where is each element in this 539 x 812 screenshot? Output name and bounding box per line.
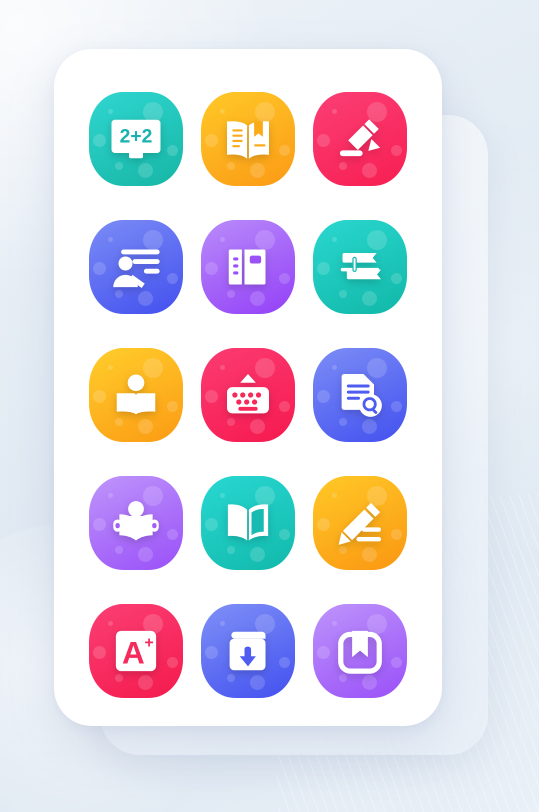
icon-tile-blackboard-math[interactable]: 2+2: [89, 92, 183, 186]
decorative-bubble: [93, 646, 106, 659]
grade-a-plus-icon: A +: [108, 623, 164, 679]
decorative-bubble: [93, 518, 106, 531]
decorative-bubble: [205, 646, 218, 659]
icon-tile-surface[interactable]: [201, 476, 295, 570]
decorative-bubble: [279, 273, 290, 284]
open-book-icon: [220, 495, 276, 551]
icon-set-card: 2+2 A +: [54, 49, 442, 726]
notebook-icon: [220, 239, 276, 295]
icon-tile-surface[interactable]: [313, 476, 407, 570]
decorative-bubble: [279, 145, 290, 156]
open-book-bookmark-icon: [220, 111, 276, 167]
teacher-icon: [108, 239, 164, 295]
document-search-icon: [332, 367, 388, 423]
decorative-bubble: [317, 518, 330, 531]
decorative-bubble: [279, 401, 290, 412]
decorative-bubble: [167, 273, 178, 284]
decorative-bubble: [391, 529, 402, 540]
student-reading-icon: [108, 495, 164, 551]
icon-tile-book-download[interactable]: [201, 604, 295, 698]
blackboard-icon: 2+2: [108, 111, 164, 167]
decorative-bubble: [317, 262, 330, 275]
decorative-bubble: [167, 145, 178, 156]
book-download-icon: [220, 623, 276, 679]
icon-grid: 2+2 A +: [54, 92, 442, 698]
icon-tile-surface[interactable]: [89, 348, 183, 442]
decorative-bubble: [317, 134, 330, 147]
icon-tile-reader-person[interactable]: [89, 348, 183, 442]
decorative-bubble: [317, 646, 330, 659]
reader-icon: [108, 367, 164, 423]
pencil-icon: [332, 495, 388, 551]
decorative-bubble: [391, 401, 402, 412]
svg-text:2+2: 2+2: [120, 127, 153, 148]
icon-tile-surface[interactable]: [89, 220, 183, 314]
svg-text:A: A: [122, 634, 145, 670]
keyboard-icon: [220, 367, 276, 423]
decorative-bubble: [391, 657, 402, 668]
decorative-bubble: [205, 134, 218, 147]
icon-tile-stacked-books[interactable]: [313, 220, 407, 314]
decorative-bubble: [317, 390, 330, 403]
icon-tile-surface[interactable]: [201, 220, 295, 314]
icon-tile-student-reading[interactable]: [89, 476, 183, 570]
decorative-bubble: [93, 262, 106, 275]
icon-tile-surface[interactable]: [201, 348, 295, 442]
decorative-bubble: [205, 262, 218, 275]
decorative-bubble: [391, 273, 402, 284]
decorative-bubble: [279, 657, 290, 668]
icon-tile-surface[interactable]: [201, 92, 295, 186]
stacked-books-icon: [332, 239, 388, 295]
icon-tile-pencil-write[interactable]: [313, 476, 407, 570]
highlighter-icon: [332, 111, 388, 167]
decorative-bubble: [167, 401, 178, 412]
icon-tile-teacher-board[interactable]: [89, 220, 183, 314]
decorative-bubble: [279, 529, 290, 540]
icon-tile-bookmark-square[interactable]: [313, 604, 407, 698]
icon-tile-surface[interactable]: [89, 476, 183, 570]
icon-tile-surface[interactable]: A +: [89, 604, 183, 698]
icon-tile-open-book-bookmark[interactable]: [201, 92, 295, 186]
icon-tile-open-book[interactable]: [201, 476, 295, 570]
icon-tile-surface[interactable]: [201, 604, 295, 698]
icon-tile-surface[interactable]: [313, 92, 407, 186]
icon-tile-highlighter[interactable]: [313, 92, 407, 186]
decorative-bubble: [93, 390, 106, 403]
svg-text:+: +: [145, 635, 154, 652]
icon-tile-surface[interactable]: [313, 348, 407, 442]
icon-tile-surface[interactable]: [313, 604, 407, 698]
decorative-bubble: [93, 134, 106, 147]
icon-tile-notebook-binder[interactable]: [201, 220, 295, 314]
bookmark-square-icon: [332, 623, 388, 679]
decorative-bubble: [391, 145, 402, 156]
decorative-bubble: [167, 657, 178, 668]
icon-tile-surface[interactable]: 2+2: [89, 92, 183, 186]
decorative-bubble: [205, 518, 218, 531]
icon-tile-surface[interactable]: [313, 220, 407, 314]
decorative-bubble: [205, 390, 218, 403]
icon-tile-keyboard-typing[interactable]: [201, 348, 295, 442]
icon-tile-document-search[interactable]: [313, 348, 407, 442]
decorative-bubble: [167, 529, 178, 540]
icon-tile-grade-a-plus[interactable]: A +: [89, 604, 183, 698]
